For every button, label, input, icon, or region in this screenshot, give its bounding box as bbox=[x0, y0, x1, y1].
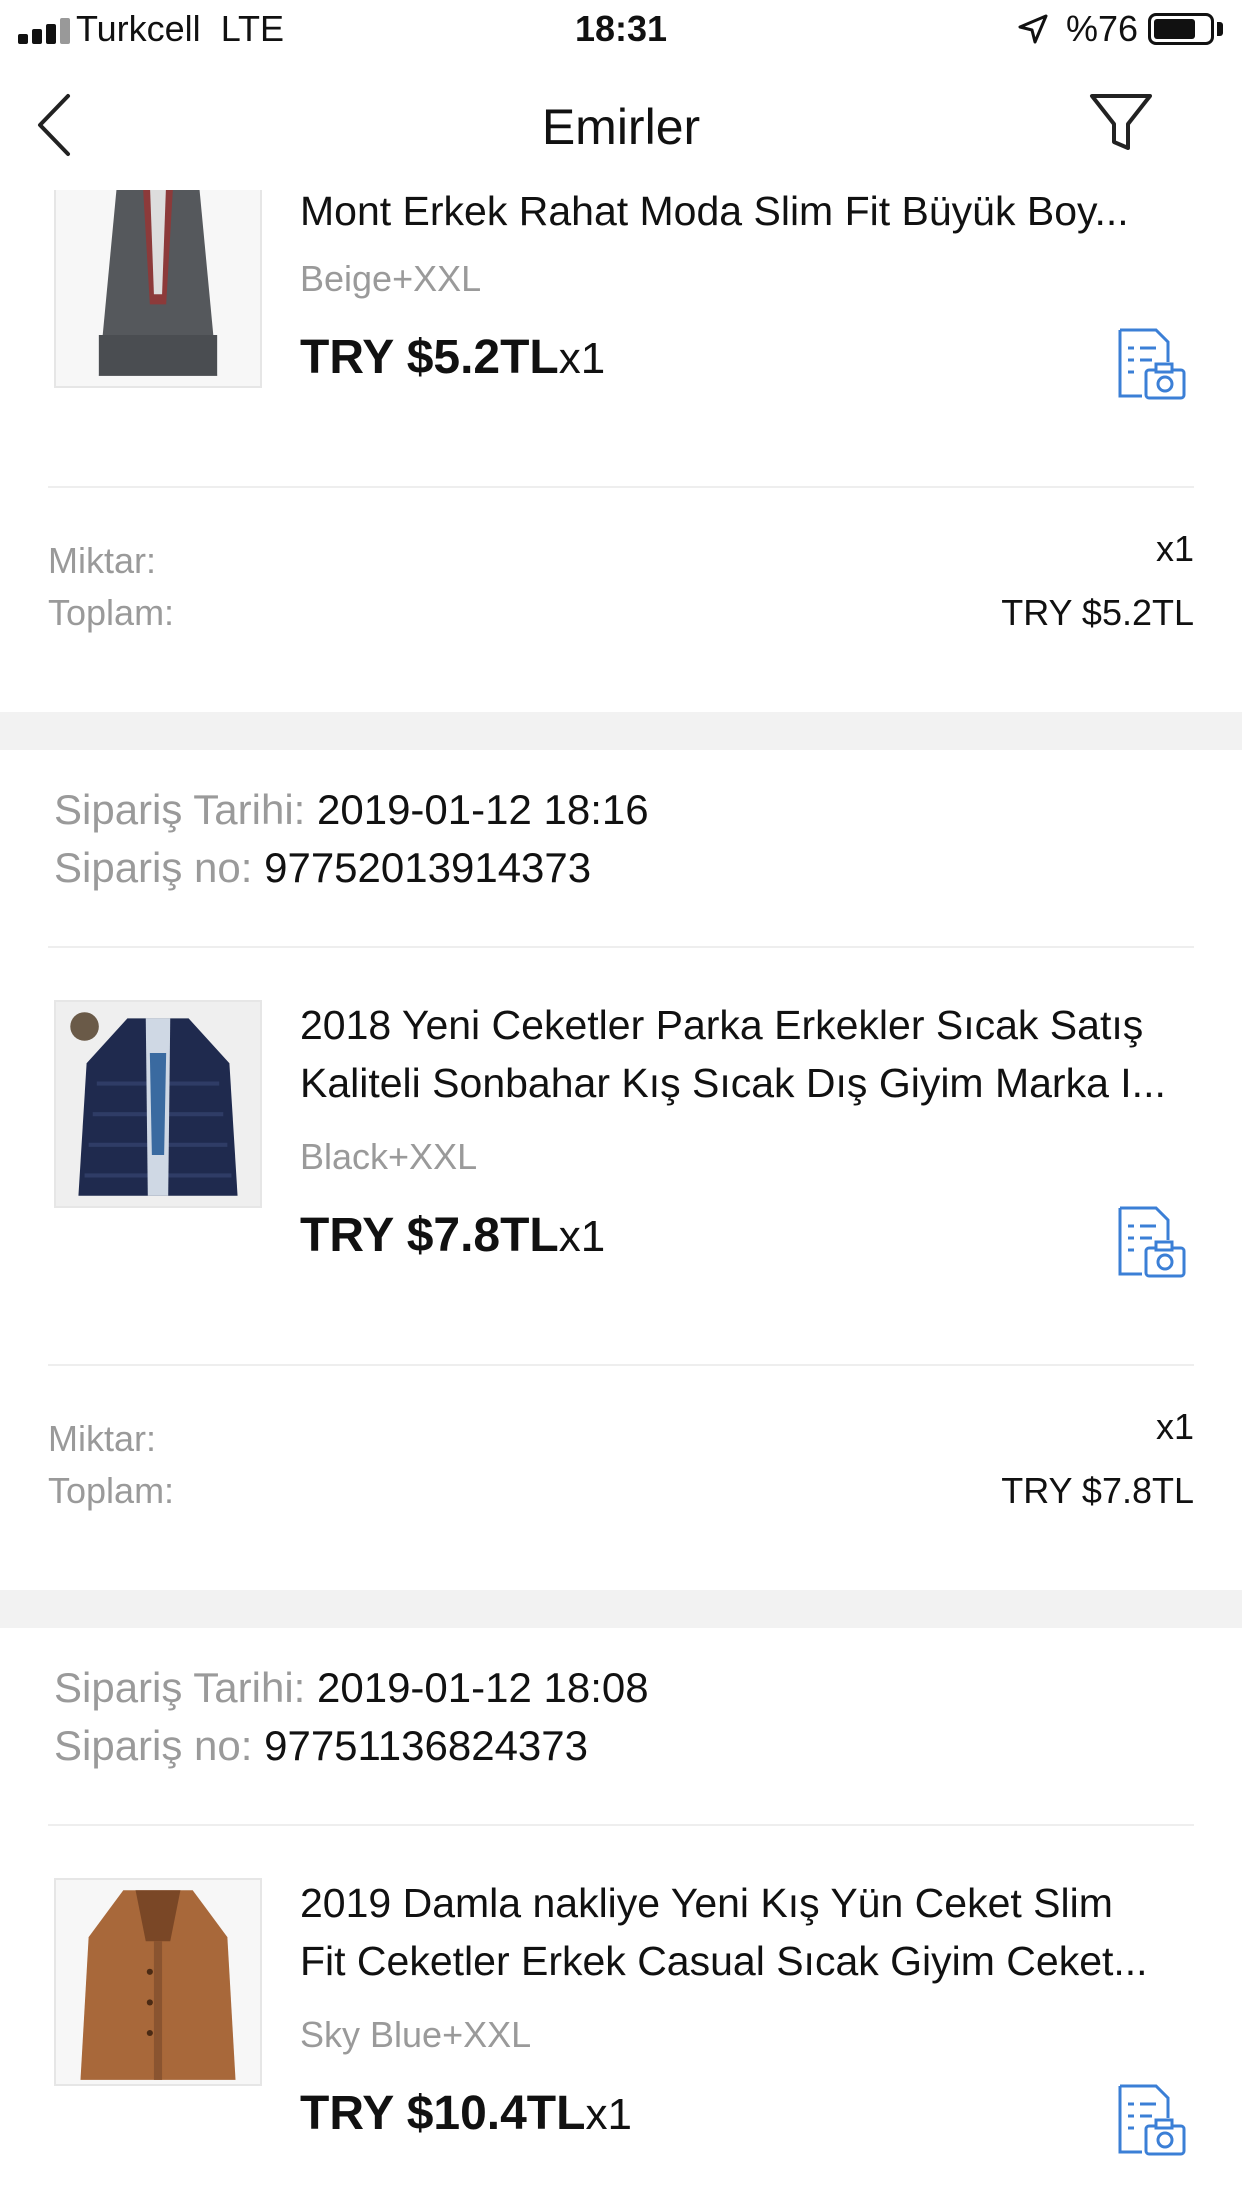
divider bbox=[48, 946, 1194, 948]
total-label: Toplam: bbox=[48, 1470, 175, 1511]
navy-puffer-jacket-image bbox=[56, 1002, 260, 1206]
photo-review-icon[interactable] bbox=[1112, 2082, 1188, 2158]
total-label: Toplam: bbox=[48, 592, 175, 633]
quantity-label: Miktar: bbox=[48, 540, 156, 581]
section-separator bbox=[0, 1590, 1242, 1628]
divider bbox=[48, 1824, 1194, 1826]
quantity-label: Miktar: bbox=[48, 1418, 156, 1459]
grey-wool-coat-image bbox=[56, 190, 260, 386]
product-price: TRY $10.4TLx1 bbox=[300, 2087, 632, 2140]
product-variant: Sky Blue+XXL bbox=[300, 2014, 532, 2055]
status-bar: Turkcell LTE 18:31 %76 bbox=[0, 0, 1242, 62]
product-title[interactable]: Mont Erkek Rahat Moda Slim Fit Büyük Boy… bbox=[300, 190, 1200, 240]
section-separator bbox=[0, 712, 1242, 750]
order-date: Sipariş Tarihi: 2019-01-12 18:08 bbox=[54, 1664, 649, 1711]
page-title: Emirler bbox=[541, 99, 701, 155]
product-price: TRY $5.2TLx1 bbox=[300, 331, 606, 384]
product-variant: Black+XXL bbox=[300, 1136, 478, 1177]
product-title[interactable]: 2019 Damla nakliye Yeni Kış Yün Ceket Sl… bbox=[300, 1874, 1200, 1990]
photo-review-icon[interactable] bbox=[1112, 326, 1188, 402]
battery-percentage: %76 bbox=[1066, 8, 1139, 49]
divider bbox=[48, 486, 1194, 488]
location-arrow-icon bbox=[1018, 14, 1048, 44]
order-number: Sipariş no: 97751136824373 bbox=[54, 1722, 589, 1769]
total-value: TRY $7.8TL bbox=[1001, 1470, 1194, 1511]
divider bbox=[48, 1364, 1194, 1366]
camel-wool-coat-image bbox=[56, 1880, 260, 2084]
filter-icon[interactable] bbox=[1088, 90, 1154, 156]
product-image[interactable] bbox=[54, 1878, 262, 2086]
quantity-value: x1 bbox=[1155, 1406, 1194, 1447]
order-date: Sipariş Tarihi: 2019-01-12 18:16 bbox=[54, 786, 649, 833]
photo-review-icon[interactable] bbox=[1112, 1204, 1188, 1280]
product-image[interactable] bbox=[54, 190, 262, 388]
product-image[interactable] bbox=[54, 1000, 262, 1208]
navigation-bar: Emirler bbox=[0, 62, 1242, 190]
product-price: TRY $7.8TLx1 bbox=[300, 1209, 606, 1262]
total-value: TRY $5.2TL bbox=[1001, 592, 1194, 633]
orders-list: Mont Erkek Rahat Moda Slim Fit Büyük Boy… bbox=[0, 190, 1242, 2208]
product-variant: Beige+XXL bbox=[300, 258, 482, 299]
battery-icon bbox=[1148, 13, 1214, 45]
order-number: Sipariş no: 97752013914373 bbox=[54, 844, 592, 891]
clock: 18:31 bbox=[574, 8, 668, 49]
quantity-value: x1 bbox=[1155, 528, 1194, 569]
product-title[interactable]: 2018 Yeni Ceketler Parka Erkekler Sıcak … bbox=[300, 996, 1200, 1112]
